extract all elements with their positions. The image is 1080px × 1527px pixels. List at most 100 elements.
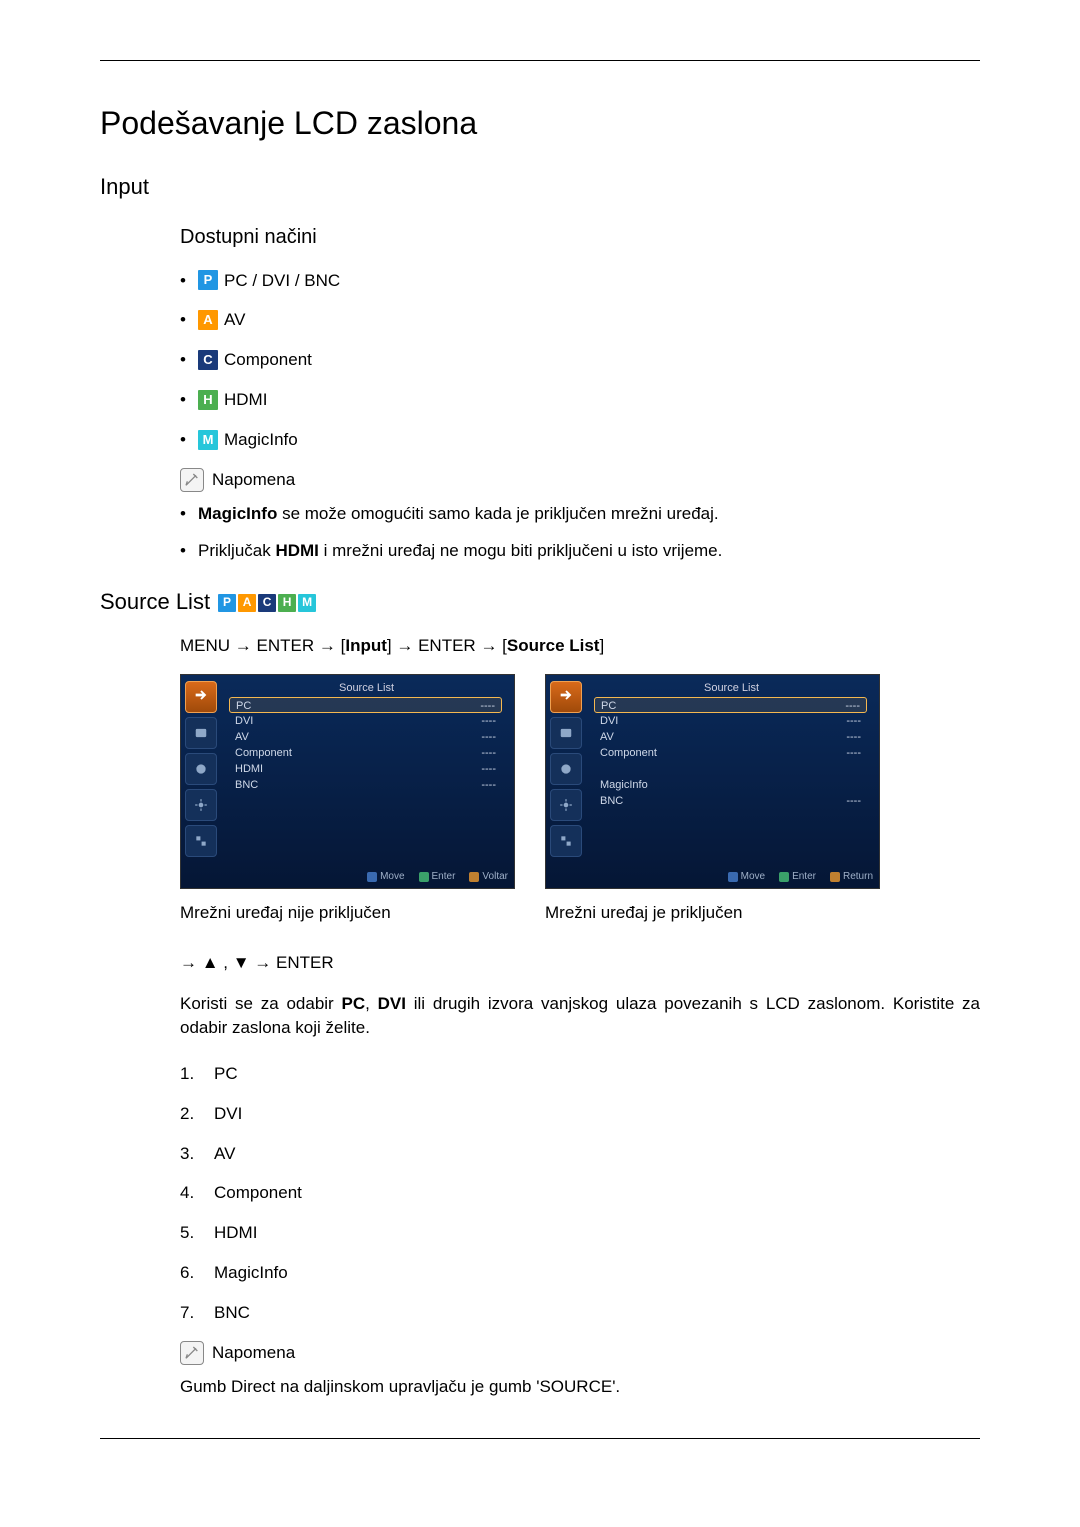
- list-label: DVI: [214, 1102, 242, 1126]
- note-item: • MagicInfo se može omogućiti samo kada …: [180, 502, 980, 526]
- list-item: 4.Component: [180, 1181, 980, 1205]
- list-label: AV: [214, 1142, 235, 1166]
- napomena-label: Napomena: [212, 468, 295, 492]
- source-row: BNC----: [229, 777, 502, 793]
- note-text: MagicInfo se može omogućiti samo kada je…: [198, 502, 719, 526]
- mode-label: MagicInfo: [224, 428, 298, 452]
- list-label: HDMI: [214, 1221, 257, 1245]
- source-row: BNC----: [594, 793, 867, 809]
- osd-panel-left: Source List PC----DVI----AV----Component…: [180, 674, 515, 889]
- source-list-title: Source List: [100, 587, 210, 618]
- mode-item: • H HDMI: [180, 388, 980, 412]
- panel-footer: Move Enter Return: [728, 870, 873, 884]
- source-name: AV: [600, 730, 614, 744]
- rule-top: [100, 60, 980, 61]
- source-name: DVI: [235, 714, 253, 728]
- sidebar-sound-icon: [185, 753, 217, 785]
- list-item: 5.HDMI: [180, 1221, 980, 1245]
- source-row: PC----: [594, 697, 867, 713]
- badge-c-icon: C: [258, 594, 276, 612]
- mode-item: • P PC / DVI / BNC: [180, 269, 980, 293]
- list-item: 7.BNC: [180, 1301, 980, 1325]
- list-item: 6.MagicInfo: [180, 1261, 980, 1285]
- note-header: Napomena: [180, 468, 980, 492]
- source-value: ----: [846, 794, 861, 808]
- source-row: Component----: [594, 745, 867, 761]
- sidebar-input-icon: [185, 681, 217, 713]
- mode-item: • A AV: [180, 308, 980, 332]
- bullet-icon: •: [180, 388, 198, 412]
- sidebar-picture-icon: [185, 717, 217, 749]
- list-item: 2.DVI: [180, 1102, 980, 1126]
- panel-sidebar: [550, 681, 586, 882]
- modes-header: Dostupni načini: [180, 223, 980, 251]
- source-name: Component: [235, 746, 292, 760]
- source-row: Component ----: [229, 745, 502, 761]
- source-value: ----: [846, 714, 861, 728]
- source-value: ----: [481, 746, 496, 760]
- list-number: 1.: [180, 1062, 214, 1086]
- bullet-icon: •: [180, 308, 198, 332]
- source-value: ----: [480, 699, 495, 711]
- mode-label: HDMI: [224, 388, 267, 412]
- badge-p-icon: P: [218, 594, 236, 612]
- sidebar-multi-icon: [185, 825, 217, 857]
- panel-content: PC----DVI----AV----Component----MagicInf…: [594, 697, 867, 809]
- list-label: Component: [214, 1181, 302, 1205]
- mode-item: • C Component: [180, 348, 980, 372]
- source-row: DVI ----: [594, 713, 867, 729]
- source-list-header: Source List P A C H M: [100, 587, 980, 618]
- note-item: • Priključak HDMI i mrežni uređaj ne mog…: [180, 539, 980, 563]
- sidebar-input-icon: [550, 681, 582, 713]
- footer-paragraph: Gumb Direct na daljinskom upravljaču je …: [180, 1375, 980, 1399]
- source-row: MagicInfo: [594, 777, 867, 793]
- sidebar-sound-icon: [550, 753, 582, 785]
- source-row: AV----: [229, 729, 502, 745]
- badge-m-icon: M: [298, 594, 316, 612]
- source-value: ----: [846, 746, 861, 760]
- source-value: ----: [481, 778, 496, 792]
- move-icon: [367, 872, 377, 882]
- list-item: 1.PC: [180, 1062, 980, 1086]
- osd-panel-right: Source List PC----DVI----AV----Component…: [545, 674, 880, 889]
- source-value: ----: [846, 730, 861, 744]
- note-text: Priključak HDMI i mrežni uređaj ne mogu …: [198, 539, 722, 563]
- note-icon: [180, 1341, 204, 1365]
- bullet-icon: •: [180, 428, 198, 452]
- panel-sidebar: [185, 681, 221, 882]
- mode-item: • M MagicInfo: [180, 428, 980, 452]
- list-item: 3.AV: [180, 1142, 980, 1166]
- list-number: 4.: [180, 1181, 214, 1205]
- bullet-icon: •: [180, 502, 198, 526]
- list-number: 7.: [180, 1301, 214, 1325]
- move-icon: [728, 872, 738, 882]
- source-row: [594, 761, 867, 777]
- source-value: ----: [481, 762, 496, 776]
- list-number: 3.: [180, 1142, 214, 1166]
- note-header-2: Napomena: [180, 1341, 980, 1365]
- sidebar-multi-icon: [550, 825, 582, 857]
- mode-label: AV: [224, 308, 245, 332]
- osd-panels: Source List PC----DVI----AV----Component…: [180, 674, 980, 889]
- source-ordered-list: 1.PC2.DVI3.AV4.Component5.HDMI6.MagicInf…: [180, 1062, 980, 1325]
- menu-path: MENU → ENTER → [Input] → ENTER → [Source…: [180, 634, 980, 658]
- source-name: DVI: [600, 714, 618, 728]
- badge-a-icon: A: [238, 594, 256, 612]
- nav-instruction: → ▲ , ▼ → ENTER: [180, 951, 980, 975]
- panel-content: PC----DVI----AV----Component----HDMI----…: [229, 697, 502, 793]
- caption-left: Mrežni uređaj nije priključen: [180, 901, 515, 925]
- mode-label: PC / DVI / BNC: [224, 269, 340, 293]
- rule-bottom: [100, 1438, 980, 1439]
- source-row: PC----: [229, 697, 502, 713]
- mode-badge-icon: H: [198, 390, 218, 410]
- modes-list: • P PC / DVI / BNC• A AV• C Component• H…: [180, 269, 980, 452]
- panel-footer: Move Enter Voltar: [367, 870, 508, 884]
- source-value: ----: [481, 730, 496, 744]
- mode-badge-icon: C: [198, 350, 218, 370]
- list-label: MagicInfo: [214, 1261, 288, 1285]
- note-icon: [180, 468, 204, 492]
- page-title: Podešavanje LCD zaslona: [100, 101, 980, 146]
- section-input: Input: [100, 172, 980, 203]
- list-number: 6.: [180, 1261, 214, 1285]
- mode-label: Component: [224, 348, 312, 372]
